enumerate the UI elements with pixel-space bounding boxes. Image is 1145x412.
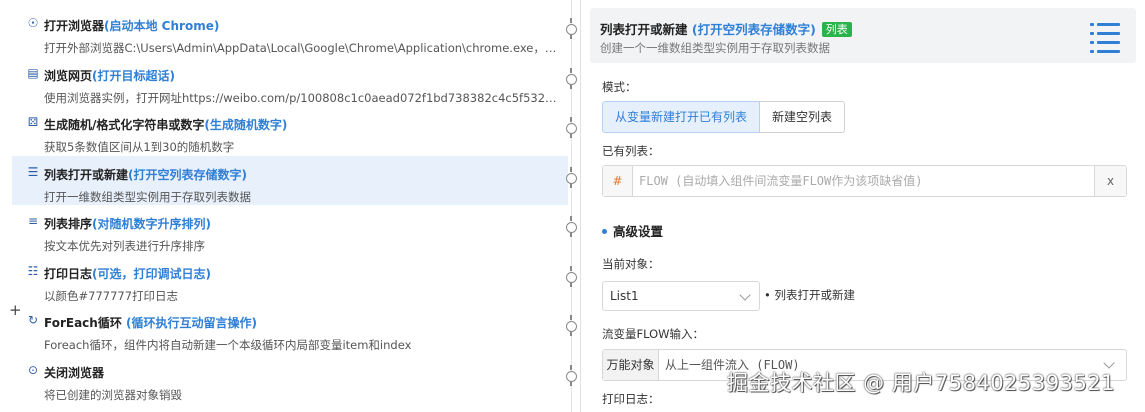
log-icon: ☷: [27, 263, 39, 278]
step-alias: (生成随机数字): [204, 118, 288, 132]
step-alias: (打开空列表存储数字): [128, 167, 247, 182]
step-description: Foreach循环，组件内将自动新建一个本级循环内局部变量item和index: [44, 338, 412, 352]
close-browser-icon: ⊙: [27, 362, 39, 377]
connector-node[interactable]: [566, 67, 577, 89]
variable-hash-icon: #: [603, 166, 633, 196]
flow-step[interactable]: ≡ 列表排序(对随机数字升序排列) 按文本优先对列表进行升序排序: [12, 205, 568, 254]
flow-step[interactable]: ⚄ 生成随机/格式化字符串或数字(生成随机数字) 获取5条数值区间从1到30的随机数…: [12, 106, 568, 155]
flow-step[interactable]: ▤ 浏览网页(打开目标超话) 使用浏览器实例，打开网址https://weibo.c…: [12, 57, 568, 106]
browser-window-icon: ▤: [27, 65, 39, 80]
step-title: 浏览网页(打开目标超话): [44, 67, 175, 84]
step-title: 列表排序(对随机数字升序排列): [44, 215, 211, 232]
step-title: 列表打开或新建(打开空列表存储数字): [44, 166, 247, 183]
step-alias: (打开目标超话): [92, 68, 175, 83]
connector-node[interactable]: [566, 364, 577, 386]
current-object-value: List1: [610, 289, 639, 303]
component-header: 列表打开或新建 (打开空列表存储数字) 列表 创建一个一维数组类型实例用于存取列表…: [590, 8, 1136, 63]
step-name: 列表排序: [44, 217, 93, 231]
step-title: 打开浏览器(启动本地 Chrome): [44, 17, 219, 34]
flow-step[interactable]: ↻ ForEach循环 (循环执行互动留言操作) Foreach循环，组件内将自动新…: [12, 304, 568, 353]
flow-step-list: ⊙ 关闭浏览器将已创建的浏览器对象销毁 ↻ ForEach循环 (循环执行互动留言操作…: [0, 0, 580, 412]
mode-label: 模式：: [602, 80, 637, 94]
mode-option-new-empty[interactable]: 新建空列表: [760, 101, 846, 133]
watermark: 掘金技术社区 @ 用户7584025393521: [727, 371, 1116, 395]
step-name: 列表打开或新建: [44, 167, 129, 182]
current-object-note: • 列表打开或新建: [764, 288, 855, 302]
current-object-label: 当前对象：: [602, 257, 660, 271]
component-title: 列表打开或新建 (打开空列表存储数字) 列表: [600, 19, 852, 38]
current-object-select[interactable]: List1: [602, 281, 760, 311]
step-name: 生成随机/格式化字符串或数字: [44, 118, 205, 132]
existing-list-input[interactable]: # FLOW (自动填入组件间流变量FLOW作为该项缺省值) x: [602, 165, 1127, 197]
flow-step[interactable]: ☉ 打开浏览器(启动本地 Chrome) 打开外部浏览器C:\Users\Admin…: [12, 7, 568, 56]
existing-list-label: 已有列表：: [602, 144, 660, 158]
properties-panel: 列表打开或新建 (打开空列表存储数字) 列表 创建一个一维数组类型实例用于存取列表…: [581, 0, 1145, 412]
list-icon: ☰: [27, 164, 39, 179]
sort-list-icon: ≡: [27, 214, 39, 228]
step-description: 以颜色#777777打印日志: [44, 288, 179, 303]
step-name: 关闭浏览器: [44, 365, 105, 380]
connector-line: [571, 0, 572, 412]
connector-node[interactable]: [566, 117, 577, 138]
step-description: 将已创建的浏览器对象销毁: [44, 387, 182, 402]
step-alias: (对随机数字升序排列): [92, 217, 211, 231]
connector-node[interactable]: [566, 18, 577, 39]
connector-node[interactable]: [566, 216, 577, 237]
flow-input-label: 流变量FLOW输入：: [602, 327, 705, 341]
print-log-label: 打印日志：: [602, 392, 660, 406]
step-description: 获取5条数值区间从1到30的随机数字: [44, 140, 235, 154]
flow-step[interactable]: ⊙ 关闭浏览器将已创建的浏览器对象销毁: [12, 354, 568, 403]
step-description: 打开一维数组类型实例用于存取列表数据: [44, 189, 251, 204]
step-title: 生成随机/格式化字符串或数字(生成随机数字): [44, 116, 287, 133]
advanced-settings-heading[interactable]: 高级设置: [602, 221, 663, 240]
step-name: 打开浏览器: [44, 19, 105, 33]
flow-step[interactable]: ☷ 打印日志(可选，打印调试日志) 以颜色#777777打印日志: [12, 255, 568, 304]
component-description: 创建一个一维数组类型实例用于存取列表数据: [600, 41, 830, 55]
existing-list-placeholder[interactable]: FLOW (自动填入组件间流变量FLOW作为该项缺省值): [639, 166, 922, 196]
loop-icon: ↻: [27, 313, 39, 327]
list-menu-icon[interactable]: [1090, 23, 1120, 53]
step-title: 打印日志(可选，打印调试日志): [44, 265, 211, 282]
compass-icon: ☉: [27, 16, 39, 30]
dice-icon: ⚄: [27, 115, 39, 129]
step-name: 打印日志: [44, 266, 93, 281]
step-description: 按文本优先对列表进行升序排序: [44, 239, 205, 253]
app-root: ⊙ 关闭浏览器将已创建的浏览器对象销毁 ↻ ForEach循环 (循环执行互动留言操作…: [0, 0, 1145, 412]
component-name: 列表打开或新建: [600, 22, 688, 37]
step-description: 打开外部浏览器C:\Users\Admin\AppData\Local\Goog…: [44, 41, 559, 55]
step-name: ForEach循环: [44, 316, 122, 330]
expand-loop-button[interactable]: +: [9, 303, 22, 318]
step-alias: (启动本地 Chrome): [104, 19, 220, 33]
flow-input-type[interactable]: 万能对象: [603, 350, 659, 380]
mode-selector: 从变量新建打开已有列表 新建空列表: [602, 101, 846, 133]
clear-button[interactable]: x: [1094, 166, 1126, 196]
flow-step[interactable]: ☰ 列表打开或新建(打开空列表存储数字) 打开一维数组类型实例用于存取列表数据: [12, 155, 568, 205]
connector-node[interactable]: [566, 166, 577, 188]
step-title: 关闭浏览器: [44, 364, 104, 381]
mode-option-open-existing[interactable]: 从变量新建打开已有列表: [602, 101, 761, 133]
step-name: 浏览网页: [44, 68, 93, 83]
connector-node[interactable]: [566, 265, 577, 287]
step-alias: (可选，打印调试日志): [92, 266, 211, 281]
component-alias: (打开空列表存储数字): [687, 22, 816, 37]
connector-node[interactable]: [566, 315, 577, 336]
step-title: ForEach循环 (循环执行互动留言操作): [44, 314, 257, 331]
step-alias: (循环执行互动留言操作): [121, 316, 257, 330]
chevron-down-icon: [739, 289, 751, 301]
step-description: 使用浏览器实例，打开网址https://weibo.com/p/100808c1…: [44, 90, 559, 105]
type-badge: 列表: [821, 22, 852, 37]
